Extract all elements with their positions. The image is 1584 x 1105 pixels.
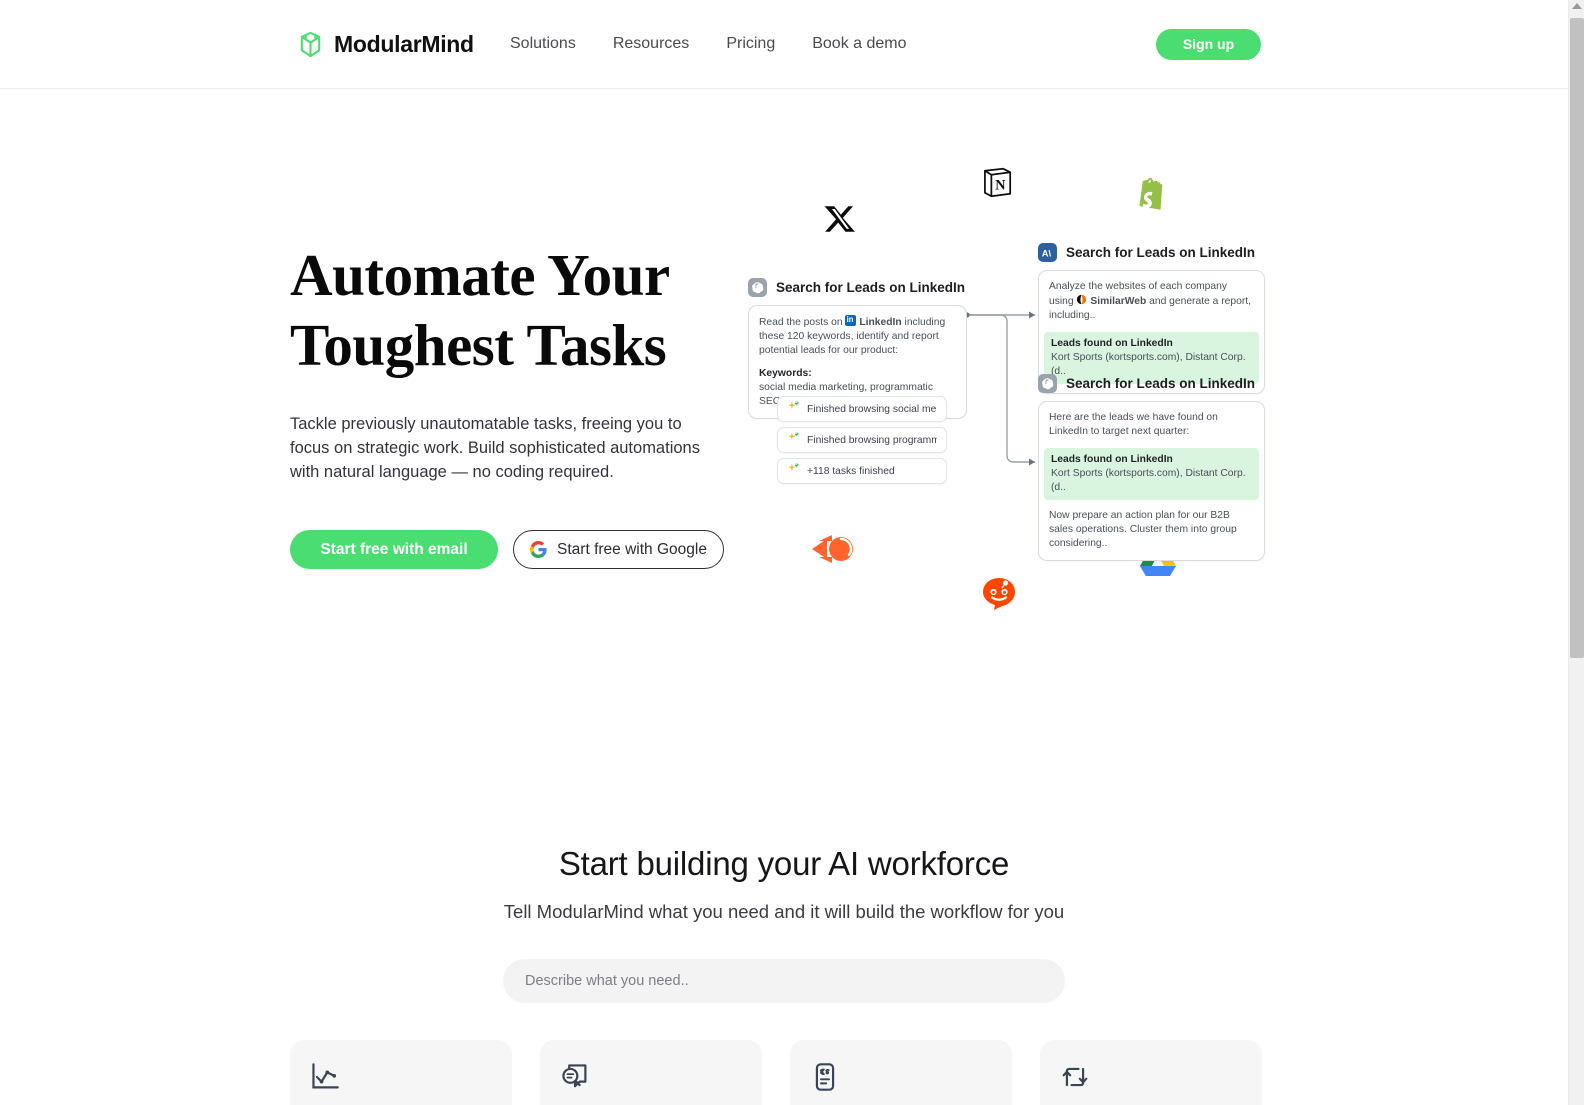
left-body-pre: Read the posts on	[759, 317, 846, 328]
nav-item-book-a-demo[interactable]: Book a demo	[812, 29, 906, 59]
brand-name: ModularMind	[334, 30, 474, 57]
workflow-illustration: N Search for Leads on LinkedIn Read the …	[735, 150, 1295, 620]
hero-title-line-1: Automate Your	[290, 242, 670, 308]
workflow-card-bottom-right: Search for Leads on LinkedIn Here are th…	[1038, 374, 1265, 561]
line-chart-icon	[310, 1062, 492, 1092]
workflow-card-top-right-header: A\ Search for Leads on LinkedIn	[1038, 243, 1265, 262]
bottom-right-body-bottom: Now prepare an action plan for our B2B s…	[1049, 510, 1237, 549]
page-content: ModularMind Solutions Resources Pricing …	[0, 0, 1568, 1105]
leads-found-title: Leads found on LinkedIn	[1051, 338, 1173, 349]
sync-arrows-icon	[1060, 1062, 1242, 1092]
bottom-right-body-top: Here are the leads we have found on Link…	[1049, 412, 1218, 437]
page-scrollbar[interactable]	[1568, 0, 1584, 1105]
hero-subtitle: Tackle previously unautomatable tasks, f…	[290, 415, 700, 481]
leads-found-highlight: Leads found on LinkedIn Kort Sports (kor…	[1044, 448, 1259, 500]
speech-bubble-search-icon	[560, 1062, 742, 1092]
task-chip: +118 tasks finished	[777, 458, 947, 484]
start-free-with-email-button[interactable]: Start free with email	[290, 530, 498, 569]
cube-logo-icon	[297, 31, 324, 58]
svg-text:N: N	[995, 178, 1006, 194]
shopify-logo	[1136, 177, 1171, 222]
similarweb-icon	[1076, 294, 1087, 305]
workflow-card-top-right-title: Search for Leads on LinkedIn	[1066, 245, 1256, 260]
page-title: Automate Your Toughest Tasks	[290, 240, 730, 380]
workflow-card-left-header: Search for Leads on LinkedIn	[748, 278, 967, 297]
suggestion-card-analytics[interactable]	[290, 1040, 512, 1105]
scroll-up-arrow-icon[interactable]	[1572, 3, 1582, 9]
x-twitter-logo	[824, 202, 858, 241]
leads-found-title: Leads found on LinkedIn	[1051, 454, 1173, 465]
nav-item-solutions[interactable]: Solutions	[510, 29, 576, 59]
describe-what-you-need-input[interactable]	[503, 959, 1065, 1003]
builder-subtitle: Tell ModularMind what you need and it wi…	[503, 901, 1065, 922]
hero-title-line-2: Toughest Tasks	[290, 312, 667, 378]
reddit-logo	[982, 575, 1016, 616]
hero-section: Automate Your Toughest Tasks Tackle prev…	[290, 240, 730, 569]
main-nav: Solutions Resources Pricing Book a demo	[510, 29, 907, 59]
workflow-keywords-label: Keywords:	[759, 368, 812, 379]
left-body-brand: LinkedIn	[859, 317, 902, 328]
workflow-card-top-right: A\ Search for Leads on LinkedIn Analyze …	[1038, 243, 1265, 394]
leads-found-detail: Kort Sports (kortsports.com), Distant Co…	[1051, 468, 1246, 493]
hero-cta-row: Start free with email Start free with Go…	[290, 530, 730, 569]
brand-logo[interactable]: ModularMind	[297, 31, 474, 58]
workflow-card-left-text: Read the posts on LinkedIn including the…	[759, 313, 956, 358]
openai-chatgpt-icon	[748, 278, 767, 297]
site-header: ModularMind Solutions Resources Pricing …	[0, 0, 1568, 89]
svg-text:A\: A\	[1041, 248, 1051, 258]
task-chip-label: Finished browsing social me..	[807, 403, 937, 415]
browser-viewport: ModularMind Solutions Resources Pricing …	[0, 0, 1584, 1105]
top-right-body-brand: SimilarWeb	[1090, 296, 1147, 307]
quote-card-icon	[810, 1062, 992, 1092]
top-right-body-text: Analyze the websites of each company usi…	[1049, 280, 1254, 323]
sparkle-success-icon	[787, 462, 800, 480]
suggestion-card-sync[interactable]	[1040, 1040, 1262, 1105]
semrush-logo	[810, 530, 858, 573]
sparkle-success-icon	[787, 400, 800, 418]
start-free-with-google-label: Start free with Google	[557, 540, 707, 558]
task-chip: Finished browsing social me..	[777, 396, 947, 422]
openai-chatgpt-icon	[1038, 374, 1057, 393]
builder-section: Start building your AI workforce Tell Mo…	[0, 845, 1568, 1003]
task-chip: Finished browsing programm..	[777, 427, 947, 453]
nav-item-pricing[interactable]: Pricing	[726, 29, 775, 59]
task-chip-label: Finished browsing programm..	[807, 434, 937, 446]
workflow-card-bottom-right-title: Search for Leads on LinkedIn	[1066, 376, 1256, 391]
builder-title: Start building your AI workforce	[558, 845, 1010, 882]
scrollbar-thumb[interactable]	[1570, 18, 1584, 658]
google-icon	[530, 541, 547, 558]
task-chip-label: +118 tasks finished	[807, 465, 895, 477]
suggestion-card-research[interactable]	[540, 1040, 762, 1105]
nav-item-resources[interactable]: Resources	[613, 29, 689, 59]
linkedin-icon	[845, 313, 857, 326]
suggestion-card-testimonial[interactable]	[790, 1040, 1012, 1105]
notion-logo: N	[980, 165, 1015, 205]
workflow-card-bottom-right-header: Search for Leads on LinkedIn	[1038, 374, 1265, 393]
sign-up-button[interactable]: Sign up	[1156, 28, 1261, 60]
start-free-with-google-button[interactable]: Start free with Google	[513, 530, 724, 569]
sparkle-success-icon	[787, 431, 800, 449]
workflow-card-left-title: Search for Leads on LinkedIn	[776, 280, 966, 295]
builder-suggestion-cards	[290, 1040, 1262, 1105]
workflow-card-bottom-right-body: Here are the leads we have found on Link…	[1038, 401, 1265, 561]
anthropic-claude-icon: A\	[1038, 243, 1057, 262]
